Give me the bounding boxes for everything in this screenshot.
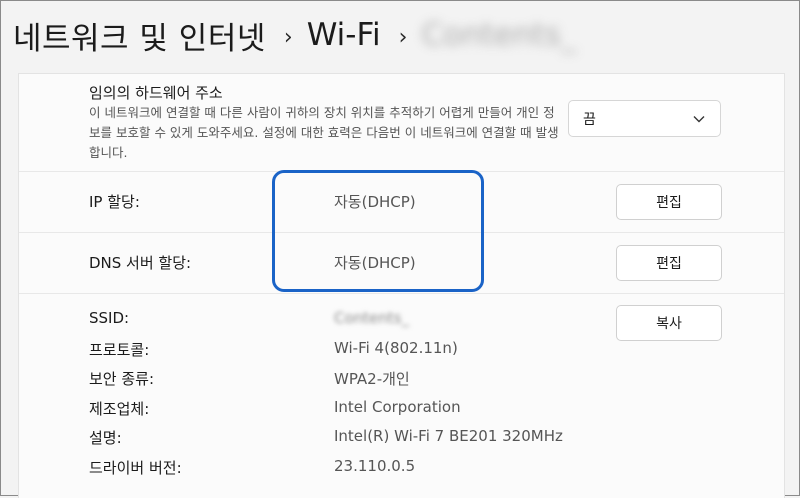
property-label: 설명: (89, 429, 122, 447)
property-label: SSID: (89, 309, 130, 327)
property-label: 드라이버 버전: (89, 459, 182, 477)
chevron-right-icon: › (398, 24, 408, 50)
dns-edit-button[interactable]: 편집 (616, 245, 722, 281)
dns-assignment-label: DNS 서버 할당: (89, 254, 192, 272)
network-properties-card: 임의의 하드웨어 주소 이 네트워크에 연결할 때 다른 사람이 귀하의 장치 … (18, 73, 785, 498)
dns-assignment-value: 자동(DHCP) (334, 254, 416, 272)
property-value: Wi-Fi 4(802.11n) (334, 339, 458, 357)
property-label: 제조업체: (89, 400, 150, 418)
property-label: 보안 종류: (89, 370, 155, 388)
breadcrumb-network-name: Contents_ (421, 17, 577, 53)
property-label: 프로토콜: (89, 341, 150, 359)
property-value: 23.110.0.5 (334, 457, 416, 475)
ip-assignment-value: 자동(DHCP) (334, 193, 416, 211)
copy-button[interactable]: 복사 (616, 305, 722, 341)
random-mac-select-value: 끔 (583, 111, 596, 128)
breadcrumb-network[interactable]: 네트워크 및 인터넷 (13, 13, 266, 58)
random-mac-title: 임의의 하드웨어 주소 (89, 84, 223, 102)
dns-assignment-row: DNS 서버 할당: 자동(DHCP) 편집 (19, 233, 784, 293)
breadcrumb-wifi[interactable]: Wi-Fi (307, 17, 381, 53)
random-mac-row: 임의의 하드웨어 주소 이 네트워크에 연결할 때 다른 사람이 귀하의 장치 … (19, 74, 784, 171)
properties-section: SSID: Contents_ 프로토콜: Wi-Fi 4(802.11n) 보… (19, 294, 784, 498)
ssid-value: Contents_ (334, 309, 409, 327)
chevron-right-icon: › (283, 24, 293, 50)
ip-assignment-row: IP 할당: 자동(DHCP) 편집 (19, 172, 784, 232)
property-value: Intel(R) Wi-Fi 7 BE201 320MHz (334, 427, 563, 445)
chevron-down-icon (692, 112, 706, 126)
random-mac-description: 이 네트워크에 연결할 때 다른 사람이 귀하의 장치 위치를 추적하기 어렵게… (89, 105, 559, 160)
property-value: Intel Corporation (334, 398, 461, 416)
property-value: WPA2-개인 (334, 370, 410, 388)
breadcrumb: 네트워크 및 인터넷 › Wi-Fi › Contents_ (1, 1, 800, 69)
ip-edit-button[interactable]: 편집 (616, 184, 722, 220)
random-mac-select[interactable]: 끔 (568, 100, 721, 137)
ip-assignment-label: IP 할당: (89, 193, 140, 211)
